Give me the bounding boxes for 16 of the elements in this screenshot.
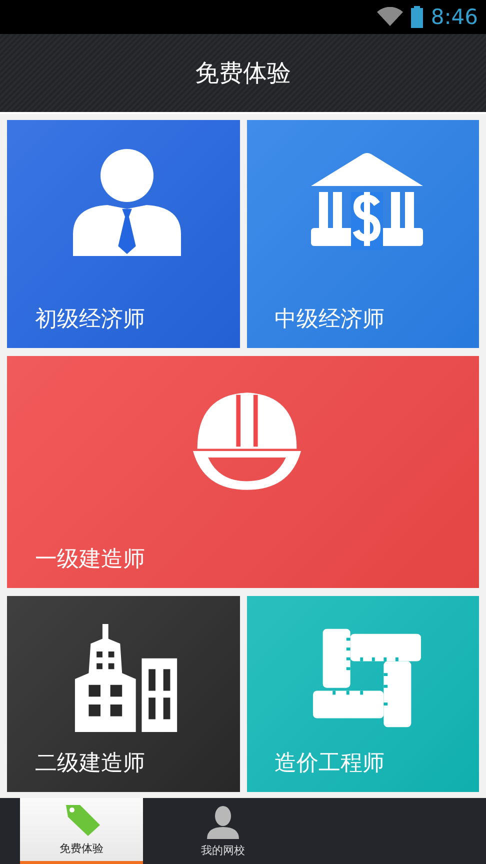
tile-label: 中级经济师 [274, 306, 384, 334]
category-tile[interactable]: 一级建造师 [7, 356, 479, 588]
tile-label: 造价工程师 [274, 750, 384, 778]
battery-icon [410, 6, 423, 28]
clock-time: 8:46 [430, 5, 478, 29]
tile-label: 二级建造师 [35, 750, 145, 778]
nav-tab[interactable]: 免费体验 [20, 798, 143, 864]
tile-label: 初级经济师 [35, 306, 145, 334]
page-title: 免费体验 [195, 58, 291, 89]
wifi-icon [376, 7, 403, 27]
category-tile[interactable]: 初级经济师 [7, 120, 240, 348]
category-tile[interactable]: 中级经济师 [246, 120, 479, 348]
nav-tab[interactable]: 我的网校 [143, 798, 303, 864]
category-tile[interactable]: 二级建造师 [7, 596, 240, 792]
person-icon [71, 148, 184, 256]
tile-label: 一级建造师 [35, 546, 145, 574]
